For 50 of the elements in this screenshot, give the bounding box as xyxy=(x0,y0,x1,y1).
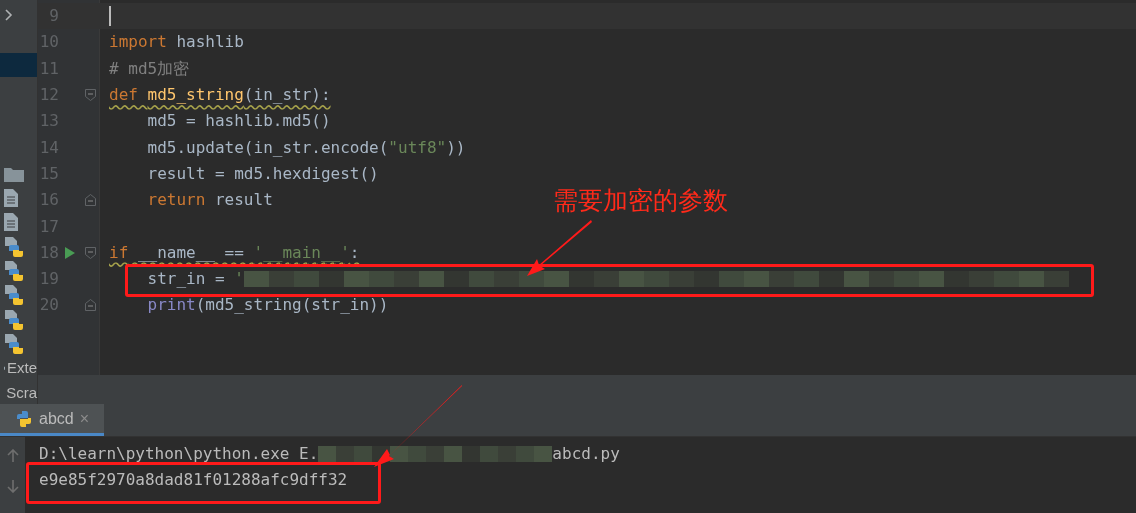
console-output: e9e85f2970a8dad81f01288afc9dff32 xyxy=(39,469,348,491)
code-token: "utf8" xyxy=(388,136,447,159)
code-editor[interactable] xyxy=(38,0,1136,375)
fold-icon[interactable] xyxy=(85,246,96,259)
arrow-down-icon[interactable] xyxy=(6,479,19,493)
text-caret xyxy=(109,6,111,27)
code-token: # md5加密 xyxy=(109,57,190,80)
code-token: ' xyxy=(234,268,244,291)
console-output: abcd.py xyxy=(552,443,620,465)
code-token: (in_str): xyxy=(243,84,331,107)
annotation-arrow xyxy=(525,218,593,278)
run-tab[interactable]: abcd × xyxy=(0,404,105,436)
code-token: __name__ == xyxy=(136,241,245,264)
arrow-up-icon[interactable] xyxy=(6,449,19,463)
python-file-icon xyxy=(4,236,24,257)
annotation-label: 需要加密的参数 xyxy=(553,185,728,217)
unfold-icon[interactable] xyxy=(85,194,96,207)
code-token: hashlib xyxy=(175,31,244,54)
python-file-icon xyxy=(4,334,24,355)
code-token: md5 = hashlib.md5() xyxy=(146,110,331,133)
python-file-icon xyxy=(4,309,24,330)
code-token: if xyxy=(109,241,129,264)
code-token: md5.update(in_str.encode( xyxy=(146,136,389,159)
tree-item-label[interactable]: Exte xyxy=(7,357,37,380)
fold-icon[interactable] xyxy=(85,89,96,102)
code-token: : xyxy=(349,241,360,264)
code-token: )) xyxy=(446,136,466,159)
code-token: print xyxy=(146,294,196,317)
unfold-icon[interactable] xyxy=(85,299,96,312)
code-token: import xyxy=(109,31,167,54)
python-file-icon xyxy=(4,261,24,281)
console-output: D:\learn\python\python.exe E. xyxy=(39,443,319,465)
code-token: def xyxy=(109,84,139,107)
code-token: result xyxy=(213,189,273,212)
code-token: md5_string xyxy=(147,84,244,107)
code-token: str_in = xyxy=(146,268,226,291)
tree-item-label[interactable]: Scra xyxy=(6,381,37,405)
python-file-icon xyxy=(4,285,24,306)
document-icon xyxy=(4,213,18,232)
chevron-right-icon[interactable] xyxy=(4,8,14,23)
run-tab-label: abcd xyxy=(39,408,74,429)
document-icon xyxy=(4,188,18,207)
folder-icon xyxy=(4,165,24,182)
run-icon[interactable] xyxy=(65,246,75,259)
code-token: return xyxy=(146,189,206,212)
tree-row[interactable] xyxy=(0,52,37,78)
code-token: (md5_string(str_in)) xyxy=(195,294,389,317)
code-token: result = md5.hexdigest() xyxy=(146,162,379,185)
python-icon xyxy=(15,409,33,428)
code-token: '__main__' xyxy=(253,241,350,264)
